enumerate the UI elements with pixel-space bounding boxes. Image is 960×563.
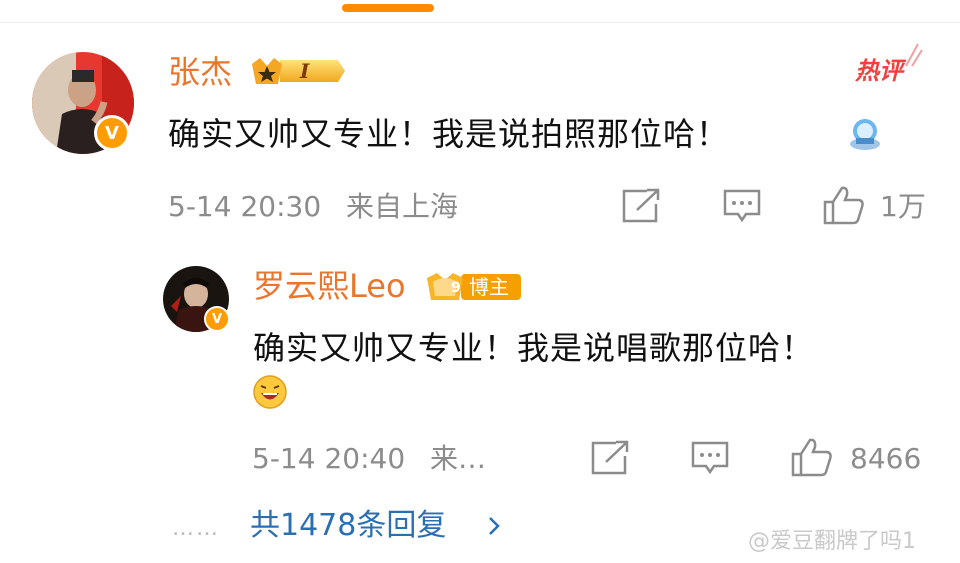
emoji-icon <box>850 119 880 150</box>
like-icon[interactable] <box>822 184 866 226</box>
reply-author[interactable]: 罗云熙Leo <box>253 266 406 306</box>
reply-location: 来… <box>430 442 487 475</box>
like-icon[interactable] <box>790 436 834 478</box>
like-count: 8466 <box>850 442 922 475</box>
comment-time: 5-14 20:30 <box>168 190 322 223</box>
like-count: 1万 <box>880 190 926 223</box>
laughing-emoji-icon <box>253 375 287 409</box>
share-icon[interactable] <box>590 440 630 476</box>
comment-icon[interactable] <box>722 188 762 224</box>
share-icon[interactable] <box>621 188 661 224</box>
blogger-badge: 9 博主 <box>425 270 523 304</box>
verified-v-icon: V <box>204 306 230 332</box>
top-divider <box>0 22 960 23</box>
verified-v-icon: V <box>94 115 130 151</box>
view-replies-link[interactable]: 共1478条回复 <box>250 506 446 546</box>
comment-location: 来自上海 <box>346 190 459 223</box>
reply-text: 确实又帅又专业！我是说唱歌那位哈！ <box>253 329 815 367</box>
level-label: I <box>300 59 310 83</box>
badge-label: 博主 <box>469 275 509 299</box>
comment-author[interactable]: 张杰 <box>168 52 232 92</box>
watermark: @爱豆翻牌了吗1 <box>748 529 916 554</box>
chevron-right-icon[interactable] <box>486 514 502 538</box>
hot-flame-icon <box>905 43 923 67</box>
comment-text: 确实又帅又专业！我是说拍照那位哈！ <box>168 115 730 153</box>
comment-icon[interactable] <box>690 440 730 476</box>
reply-dots: …… <box>172 516 220 541</box>
hot-comment-tag: 热评 <box>855 57 903 85</box>
reply-time: 5-14 20:40 <box>252 442 406 475</box>
badge-number: 9 <box>451 280 461 296</box>
tab-indicator <box>342 4 434 12</box>
level-badge-icon <box>252 58 345 84</box>
